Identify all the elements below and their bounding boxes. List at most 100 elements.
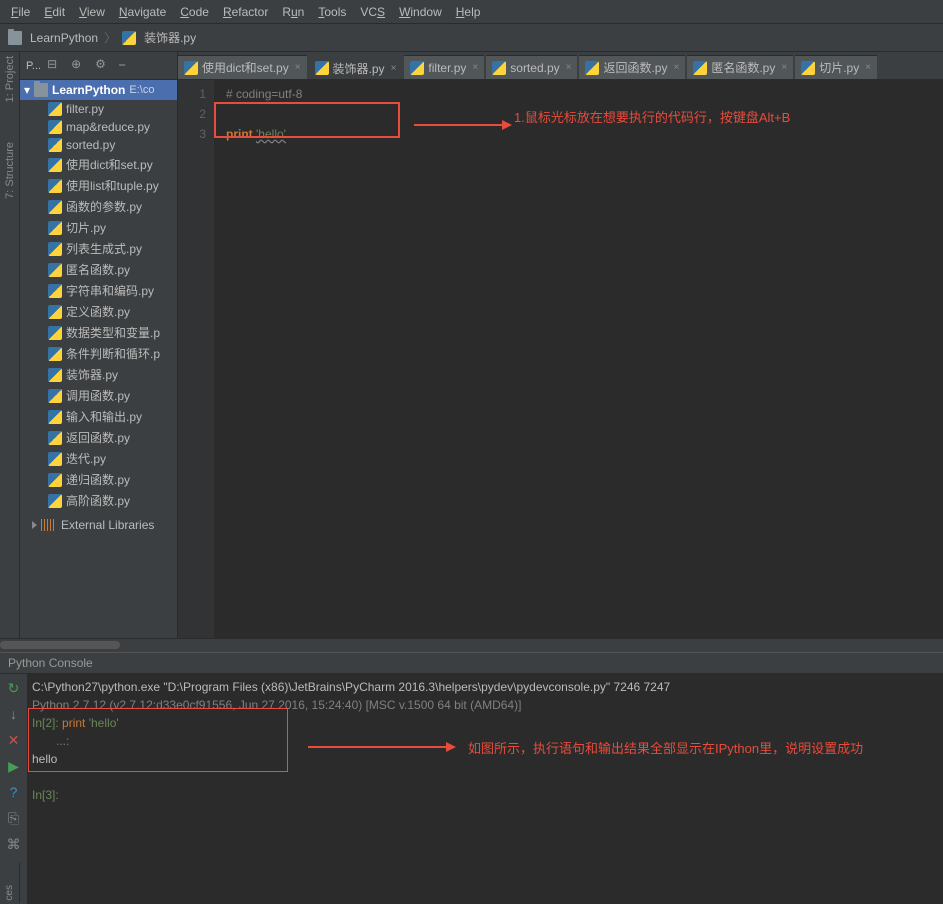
tree-item[interactable]: 迭代.py xyxy=(20,448,177,469)
breadcrumb-project[interactable]: LearnPython xyxy=(30,31,98,45)
console-title[interactable]: Python Console xyxy=(0,652,943,674)
code-string: 'hello' xyxy=(256,127,286,141)
python-file-icon xyxy=(492,61,506,75)
editor-tab[interactable]: 装饰器.py× xyxy=(309,55,403,79)
breadcrumb-file[interactable]: 装饰器.py xyxy=(144,29,196,46)
console-output[interactable]: C:\Python27\python.exe "D:\Program Files… xyxy=(28,674,943,904)
external-libraries-label: External Libraries xyxy=(61,518,154,532)
menu-navigate[interactable]: Navigate xyxy=(112,5,173,19)
close-icon[interactable]: × xyxy=(391,63,397,74)
menu-tools[interactable]: Tools xyxy=(311,5,353,19)
tree-item[interactable]: 使用list和tuple.py xyxy=(20,175,177,196)
menu-refactor[interactable]: Refactor xyxy=(216,5,275,19)
editor-tab[interactable]: 使用dict和set.py× xyxy=(178,55,307,79)
tree-item[interactable]: 输入和输出.py xyxy=(20,406,177,427)
chevron-down-icon: ▾ xyxy=(24,83,30,97)
close-icon[interactable]: × xyxy=(472,62,478,73)
tree-item[interactable]: 返回函数.py xyxy=(20,427,177,448)
python-file-icon xyxy=(585,61,599,75)
locate-icon[interactable]: ⊕ xyxy=(71,57,89,75)
tree-item[interactable]: 函数的参数.py xyxy=(20,196,177,217)
close-icon[interactable]: × xyxy=(673,62,679,73)
left-tool-strip: 1: Project 7: Structure xyxy=(0,52,20,638)
tree-item[interactable]: 字符串和编码.py xyxy=(20,280,177,301)
editor-tab[interactable]: 切片.py× xyxy=(795,55,877,79)
tree-item[interactable]: map&reduce.py xyxy=(20,118,177,136)
gear-icon[interactable]: ⚙ xyxy=(95,57,113,75)
close-icon[interactable]: × xyxy=(781,62,787,73)
editor-tab[interactable]: 匿名函数.py× xyxy=(687,55,793,79)
tab-label: sorted.py xyxy=(510,61,559,75)
rerun-icon[interactable]: ↻ xyxy=(6,680,22,696)
hide-icon[interactable]: ⎯ xyxy=(119,57,137,75)
console-prompt: In[3]: xyxy=(32,788,59,802)
tree-item[interactable]: 递归函数.py xyxy=(20,469,177,490)
annotation-text-1: 1.鼠标光标放在想要执行的代码行，按键盘Alt+B xyxy=(514,108,790,128)
tree-item-label: 高阶函数.py xyxy=(66,492,130,509)
tree-item[interactable]: 高阶函数.py xyxy=(20,490,177,511)
tree-item[interactable]: 切片.py xyxy=(20,217,177,238)
menu-window[interactable]: Window xyxy=(392,5,449,19)
python-file-icon xyxy=(48,102,62,116)
tree-item[interactable]: 列表生成式.py xyxy=(20,238,177,259)
close-icon[interactable]: × xyxy=(865,62,871,73)
help-icon[interactable]: ? xyxy=(6,784,22,800)
tree-item[interactable]: 装饰器.py xyxy=(20,364,177,385)
tree-item[interactable]: 数据类型和变量.p xyxy=(20,322,177,343)
code-body[interactable]: # coding=utf-8 print 'hello' 1.鼠标光标放在想要执… xyxy=(214,80,943,638)
tree-item[interactable]: 定义函数.py xyxy=(20,301,177,322)
stop-icon[interactable]: ✕ xyxy=(6,732,22,748)
horizontal-scrollbar[interactable] xyxy=(0,638,943,652)
tree-item[interactable]: 条件判断和循环.p xyxy=(20,343,177,364)
menu-edit[interactable]: Edit xyxy=(37,5,72,19)
tree-item-label: 匿名函数.py xyxy=(66,261,130,278)
menu-code[interactable]: Code xyxy=(173,5,216,19)
menu-vcs[interactable]: VCS xyxy=(353,5,392,19)
menu-run[interactable]: Run xyxy=(275,5,311,19)
python-file-icon xyxy=(48,221,62,235)
editor-tab[interactable]: filter.py × xyxy=(404,55,484,79)
python-file-icon xyxy=(48,494,62,508)
toolbar-label[interactable]: P... xyxy=(26,60,41,72)
python-file-icon xyxy=(48,120,62,134)
line-number: 3 xyxy=(178,124,206,144)
tree-item[interactable]: filter.py xyxy=(20,100,177,118)
side-tab-structure[interactable]: 7: Structure xyxy=(4,142,16,199)
python-file-icon xyxy=(184,61,198,75)
history-icon[interactable]: ⎘ xyxy=(6,810,22,826)
editor-tab[interactable]: sorted.py × xyxy=(486,55,577,79)
side-tab-project[interactable]: 1: Project xyxy=(4,56,16,102)
close-icon[interactable]: × xyxy=(295,62,301,73)
menu-view[interactable]: View xyxy=(72,5,112,19)
external-libraries[interactable]: External Libraries xyxy=(20,515,177,535)
menu-help[interactable]: Help xyxy=(449,5,488,19)
tree-item[interactable]: 调用函数.py xyxy=(20,385,177,406)
run-icon[interactable]: ▶ xyxy=(6,758,22,774)
menu-file[interactable]: File xyxy=(4,5,37,19)
python-file-icon xyxy=(48,138,62,152)
scroll-down-icon[interactable]: ↓ xyxy=(6,706,22,722)
side-tab-favorites[interactable]: ces xyxy=(4,885,15,901)
folder-icon xyxy=(8,31,22,45)
tab-label: 返回函数.py xyxy=(603,59,667,76)
tree-item-label: 字符串和编码.py xyxy=(66,282,154,299)
chevron-right-icon xyxy=(32,521,37,529)
tree-item[interactable]: 匿名函数.py xyxy=(20,259,177,280)
code-editor[interactable]: 1 2 3 # coding=utf-8 print 'hello' 1.鼠标光… xyxy=(178,80,943,638)
line-number: 2 xyxy=(178,104,206,124)
editor-tab[interactable]: 返回函数.py × xyxy=(579,55,685,79)
chevron-right-icon: 〉 xyxy=(104,29,116,46)
collapse-icon[interactable]: ⊟ xyxy=(47,57,65,75)
settings-icon[interactable]: ⌘ xyxy=(6,836,22,852)
tree-item[interactable]: sorted.py xyxy=(20,136,177,154)
tree-item[interactable]: 使用dict和set.py xyxy=(20,154,177,175)
tree-root[interactable]: ▾ LearnPython E:\co xyxy=(20,80,177,100)
close-icon[interactable]: × xyxy=(566,62,572,73)
tab-label: filter.py xyxy=(428,61,466,75)
console-keyword: print xyxy=(62,716,85,730)
arrow-icon xyxy=(414,124,504,126)
library-icon xyxy=(41,519,55,531)
python-file-icon xyxy=(48,431,62,445)
scrollbar-thumb[interactable] xyxy=(0,641,120,649)
python-file-icon xyxy=(48,158,62,172)
